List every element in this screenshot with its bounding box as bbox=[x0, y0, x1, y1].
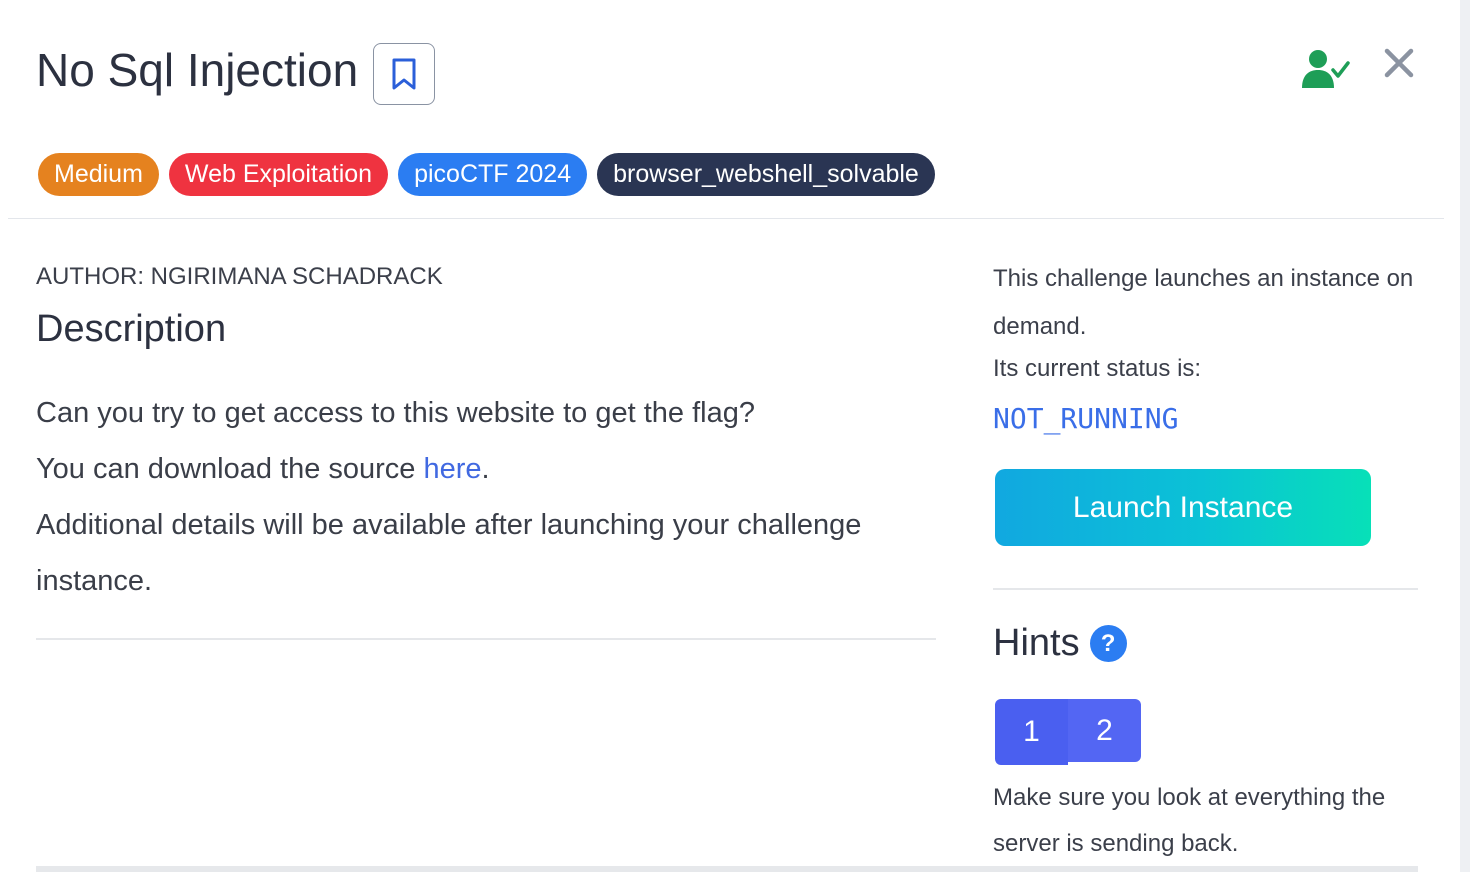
description-heading: Description bbox=[36, 308, 227, 350]
description-line: Can you try to get access to this websit… bbox=[36, 397, 755, 429]
help-icon[interactable]: ? bbox=[1089, 625, 1127, 662]
download-source-link[interactable]: here bbox=[424, 453, 482, 485]
hint-tabs: 1 2 bbox=[995, 699, 1141, 765]
bookmark-button[interactable] bbox=[373, 43, 435, 105]
solved-user-check-icon bbox=[1302, 50, 1350, 88]
instance-info: This challenge launches an instance on d… bbox=[993, 265, 1414, 340]
event-badge: picoCTF 2024 bbox=[398, 153, 588, 196]
instance-status: NOT_RUNNING bbox=[993, 402, 1179, 435]
download-suffix: . bbox=[481, 453, 490, 485]
instance-panel: This challenge launches an instance on d… bbox=[993, 255, 1418, 387]
category-badge: Web Exploitation bbox=[168, 153, 389, 196]
hints-section: Hints ? bbox=[993, 622, 1127, 665]
download-line: You can download the source here. bbox=[36, 441, 936, 497]
download-text: You can download the source bbox=[36, 453, 424, 485]
challenge-title: No Sql Injection bbox=[36, 44, 359, 96]
tag-list: Medium Web Exploitation picoCTF 2024 bro… bbox=[38, 153, 935, 196]
hint-content: Make sure you look at everything the ser… bbox=[993, 784, 1386, 857]
bookmark-icon bbox=[392, 58, 416, 90]
header-divider bbox=[8, 218, 1444, 219]
launch-instance-button[interactable]: Launch Instance bbox=[995, 469, 1371, 546]
bottom-divider bbox=[36, 866, 1418, 872]
instance-divider bbox=[993, 588, 1418, 590]
hints-heading: Hints bbox=[993, 622, 1080, 664]
background-page-edge bbox=[1460, 0, 1470, 872]
challenge-modal: No Sql Injection Medium Web Exploitation… bbox=[0, 0, 1460, 872]
instance-status-label: Its current status is: bbox=[993, 355, 1202, 382]
author-label: AUTHOR: NGIRIMANA SCHADRACK bbox=[36, 263, 443, 290]
description-body: Can you try to get access to this websit… bbox=[36, 385, 936, 609]
description-divider bbox=[36, 638, 936, 640]
difficulty-badge: Medium bbox=[38, 153, 159, 196]
hint-tab-1[interactable]: 1 bbox=[995, 699, 1068, 765]
details-line: Additional details will be available aft… bbox=[36, 509, 862, 597]
webshell-badge: browser_webshell_solvable bbox=[597, 153, 935, 196]
close-icon[interactable] bbox=[1380, 44, 1418, 82]
hint-tab-2[interactable]: 2 bbox=[1068, 699, 1141, 762]
